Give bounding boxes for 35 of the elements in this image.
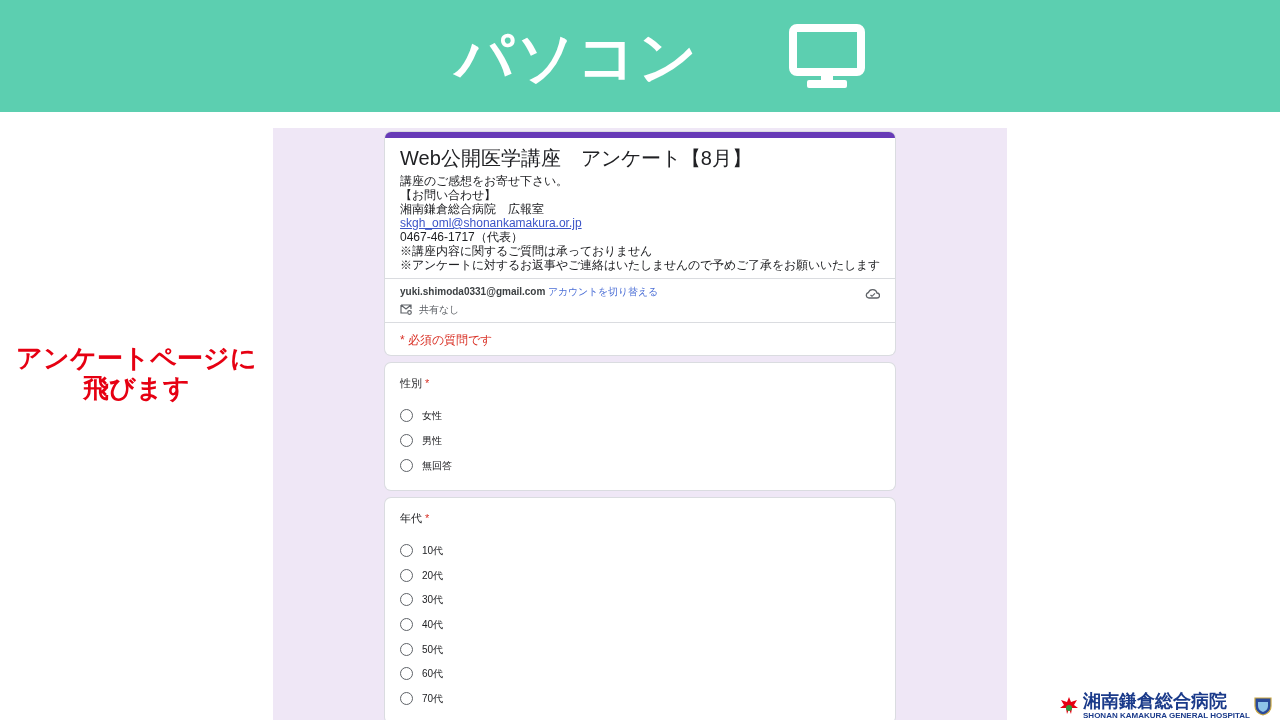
required-mark: * — [425, 376, 430, 391]
option-label: 60代 — [422, 667, 444, 682]
option-label: 無回答 — [422, 458, 452, 473]
logo-name-en: SHONAN KAMAKURA GENERAL HOSPITAL — [1083, 711, 1250, 720]
logo-name: 湘南鎌倉総合病院 — [1083, 692, 1229, 711]
question-title: 年代 — [400, 510, 422, 526]
cloud-check-icon — [865, 288, 880, 299]
description-line: 講座のご感想をお寄せ下さい。 — [400, 174, 569, 188]
option-label: 50代 — [422, 642, 444, 657]
description-line: ※アンケートに対するお返事やご連絡はいたしませんので予めご了承をお願いいたします — [400, 258, 880, 272]
account-email: yuki.shimoda0331@gmail.com — [400, 285, 546, 299]
option-label: 男性 — [422, 434, 442, 449]
monitor-icon — [789, 24, 865, 88]
question-title: 性別 — [400, 376, 422, 391]
option-label: 女性 — [422, 409, 442, 424]
description-line: 【お問い合わせ】 — [400, 188, 497, 202]
mail-icon — [400, 304, 412, 315]
option-label: 20代 — [422, 568, 444, 583]
sharing-status: 共有なし — [419, 303, 459, 317]
cross-emblem-icon — [1059, 696, 1080, 716]
option-label: 10代 — [422, 543, 444, 558]
required-note: * 必須の質問です — [400, 333, 492, 347]
switch-account-link[interactable]: アカウントを切り替える — [548, 284, 659, 299]
option-label: 30代 — [422, 593, 444, 608]
description-line: 0467-46-1717（代表） — [400, 230, 524, 244]
form-title: Web公開医学講座 アンケート【8月】 — [400, 146, 753, 170]
email-link[interactable]: skgh_oml@shonankamakura.or.jp — [400, 216, 582, 230]
caption-text: アンケートページに 飛びます — [16, 343, 257, 403]
slide-title: パソコン — [455, 22, 699, 91]
description-line: 湘南鎌倉総合病院 広報室 — [400, 202, 545, 216]
option-label: 70代 — [422, 692, 444, 707]
shield-emblem-icon — [1254, 696, 1272, 716]
description-line: ※講座内容に関するご質問は承っておりません — [400, 244, 653, 258]
option-label: 40代 — [422, 617, 444, 632]
required-mark: * — [425, 510, 430, 526]
